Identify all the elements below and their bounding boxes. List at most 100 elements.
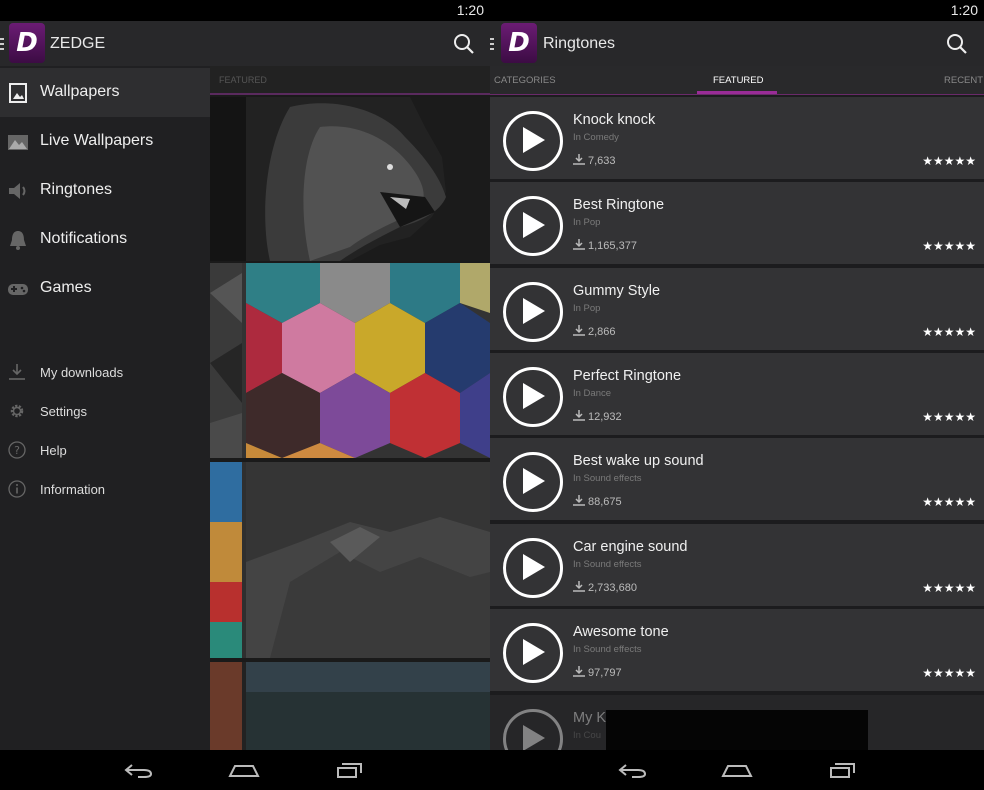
download-count: 2,866 <box>573 325 616 338</box>
wallpaper-hexagons[interactable] <box>210 263 490 458</box>
drawer-indicator-icon[interactable] <box>0 38 4 50</box>
download-count-value: 12,932 <box>588 411 622 423</box>
rating-stars: ★★★★★ <box>922 410 976 424</box>
system-navbar <box>490 750 984 790</box>
play-button[interactable] <box>503 709 563 750</box>
download-count: 88,675 <box>573 495 622 508</box>
drawer-item-label: Settings <box>40 404 87 419</box>
search-icon[interactable] <box>946 33 968 55</box>
rating-stars: ★★★★★ <box>922 666 976 680</box>
navigation-drawer: Wallpapers Live Wallpapers Ringtones Not… <box>0 66 210 750</box>
action-bar: D Ringtones <box>490 21 984 66</box>
ringtone-category: In Sound effects <box>573 644 642 655</box>
home-icon[interactable] <box>721 762 753 778</box>
ringtone-category: In Cou <box>573 730 601 741</box>
ringtone-category: In Dance <box>573 388 612 399</box>
download-count: 7,633 <box>573 154 616 167</box>
download-count: 12,932 <box>573 410 622 423</box>
wallpaper-mountains[interactable] <box>210 462 490 658</box>
download-count-value: 7,633 <box>588 155 616 167</box>
drawer-item-my-downloads[interactable]: My downloads <box>0 354 210 392</box>
image-icon <box>9 83 27 103</box>
play-button[interactable] <box>503 623 563 683</box>
back-icon[interactable] <box>618 762 648 778</box>
right-screen: 1:20 D Ringtones CATEGORIES FEATURED REC… <box>490 0 984 790</box>
drawer-indicator-icon[interactable] <box>490 38 494 50</box>
play-icon <box>523 554 545 580</box>
list-item[interactable]: Gummy Style In Pop 2,866 ★★★★★ <box>490 268 984 353</box>
play-icon <box>523 298 545 324</box>
list-item[interactable]: Perfect Ringtone In Dance 12,932 ★★★★★ <box>490 353 984 438</box>
zedge-logo[interactable]: D <box>9 23 45 63</box>
drawer-item-help[interactable]: ? Help <box>0 432 210 470</box>
drawer-item-label: Help <box>40 443 67 458</box>
ringtone-category: In Comedy <box>573 132 619 143</box>
download-count-value: 2,733,680 <box>588 582 637 594</box>
drawer-item-live-wallpapers[interactable]: Live Wallpapers <box>0 117 210 166</box>
drawer-item-wallpapers[interactable]: Wallpapers <box>0 68 210 117</box>
play-button[interactable] <box>503 282 563 342</box>
play-button[interactable] <box>503 367 563 427</box>
rating-stars: ★★★★★ <box>922 239 976 253</box>
play-button[interactable] <box>503 452 563 512</box>
drawer-item-settings[interactable]: Settings <box>0 393 210 431</box>
play-button[interactable] <box>503 538 563 598</box>
list-item[interactable]: Knock knock In Comedy 7,633 ★★★★★ <box>490 97 984 182</box>
download-icon <box>9 364 25 380</box>
status-bar: 1:20 <box>0 0 490 21</box>
help-icon: ? <box>8 441 26 459</box>
download-count-value: 88,675 <box>588 496 622 508</box>
ringtone-title: Awesome tone <box>573 624 669 640</box>
play-icon <box>523 383 545 409</box>
wallpaper-gradient[interactable] <box>210 662 490 750</box>
play-button[interactable] <box>503 111 563 171</box>
system-navbar <box>0 750 490 790</box>
app-title: Ringtones <box>543 35 616 52</box>
recents-icon[interactable] <box>829 762 857 778</box>
svg-text:?: ? <box>14 444 20 457</box>
zedge-logo[interactable]: D <box>501 23 537 63</box>
play-icon <box>523 468 545 494</box>
recents-icon[interactable] <box>336 762 364 778</box>
list-item[interactable]: Awesome tone In Sound effects 97,797 ★★★… <box>490 609 984 694</box>
list-item[interactable]: Best wake up sound In Sound effects 88,6… <box>490 438 984 523</box>
drawer-item-games[interactable]: Games <box>0 264 210 313</box>
play-icon <box>523 127 545 153</box>
download-count: 1,165,377 <box>573 239 637 252</box>
tab-categories[interactable]: CATEGORIES <box>494 75 556 86</box>
back-icon[interactable] <box>124 762 154 778</box>
download-icon <box>573 154 585 165</box>
download-icon <box>573 495 585 506</box>
landscape-icon <box>8 135 28 150</box>
play-icon <box>523 639 545 665</box>
ringtone-category: In Pop <box>573 303 601 314</box>
hexagon-image <box>210 263 490 458</box>
search-icon[interactable] <box>453 33 475 55</box>
status-time: 1:20 <box>456 2 484 18</box>
ringtone-title: Perfect Ringtone <box>573 368 682 384</box>
home-icon[interactable] <box>228 762 260 778</box>
action-bar: D ZEDGE <box>0 21 490 66</box>
play-icon <box>523 725 545 750</box>
rating-stars: ★★★★★ <box>922 495 976 509</box>
play-button[interactable] <box>503 196 563 256</box>
download-count-value: 2,866 <box>588 326 616 338</box>
wallpaper-lion[interactable] <box>210 97 490 261</box>
ringtone-title: Gummy Style <box>573 283 661 299</box>
overlay-box <box>606 710 868 750</box>
tab-recent[interactable]: RECENT <box>944 75 983 86</box>
drawer-item-notifications[interactable]: Notifications <box>0 215 210 264</box>
wallpaper-tabs: FEATURED <box>210 66 490 95</box>
drawer-item-ringtones[interactable]: Ringtones <box>0 166 210 215</box>
drawer-item-information[interactable]: Information <box>0 471 210 509</box>
list-item[interactable]: Car engine sound In Sound effects 2,733,… <box>490 524 984 609</box>
ringtone-title: Best wake up sound <box>573 453 704 469</box>
tab-featured-bg[interactable]: FEATURED <box>219 75 267 85</box>
ringtone-title: Best Ringtone <box>573 197 665 213</box>
tab-featured[interactable]: FEATURED <box>713 75 764 86</box>
list-item[interactable]: Best Ringtone In Pop 1,165,377 ★★★★★ <box>490 182 984 267</box>
download-count: 97,797 <box>573 666 622 679</box>
download-count: 2,733,680 <box>573 581 637 594</box>
download-icon <box>573 239 585 250</box>
status-bar: 1:20 <box>490 0 984 21</box>
